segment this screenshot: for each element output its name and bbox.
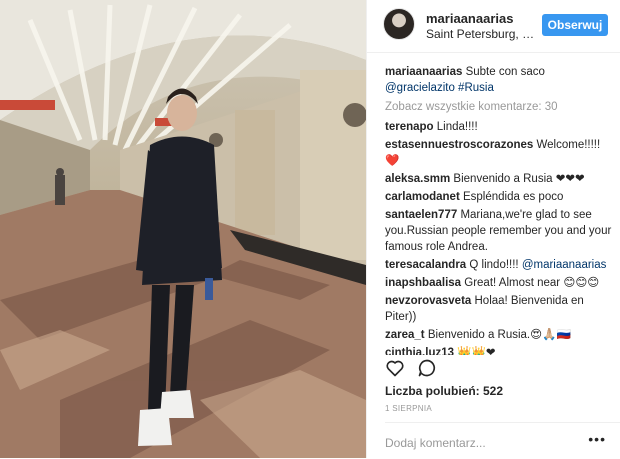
comment: estasennuestroscorazones Welcome!!!!! ❤️ [385,137,617,169]
caption-text: Subte con saco [465,66,545,78]
post-date: 1 SIERPNIA [385,404,433,413]
comment-username[interactable]: teresacalandra [385,259,466,271]
comment-icon[interactable] [417,358,437,383]
comment-username[interactable]: cinthia.luz13 [385,347,454,355]
follow-button[interactable]: Obserwuj [542,14,608,36]
comment-text: Bienvenido a Rusia.😍🙏🏼🇷🇺 [427,329,571,341]
comment-mention[interactable]: @mariaanaarias [522,259,607,271]
comment-text: Linda!!!! [436,121,478,133]
comment: carlamodanet Espléndida es poco [385,189,617,205]
more-options-icon[interactable]: ••• [588,431,606,447]
comment-username[interactable]: inapshbaalisa [385,277,461,289]
add-comment-input[interactable]: Dodaj komentarz... [385,436,486,450]
add-comment-bar: Dodaj komentarz... ••• [385,422,620,459]
author-username[interactable]: mariaanaarias [426,11,513,26]
comment-username[interactable]: santaelen777 [385,209,457,221]
comment-username[interactable]: estasennuestroscorazones [385,139,533,151]
comments-list: mariaanaarias Subte con saco @gracielazi… [385,64,617,357]
comment-username[interactable]: carlamodanet [385,191,460,203]
view-all-comments-link[interactable]: Zobacz wszystkie komentarze: 30 [385,99,617,115]
comment-text: Great! Almost near 😊😊😊 [464,277,600,289]
post-location[interactable]: Saint Petersburg, Russia [426,27,536,41]
comment-text: 👑👑❤ [457,347,496,355]
comment-text: Espléndida es poco [462,191,564,203]
post-side-panel: mariaanaarias Saint Petersburg, Russia O… [366,0,620,458]
comment-username[interactable]: nevzorovasveta [385,295,471,307]
caption-hashtag[interactable]: #Rusia [458,82,494,94]
caption-mention[interactable]: @gracielazito [385,82,455,94]
comment-username[interactable]: zarea_t [385,329,425,341]
metro-station-photo [0,0,366,458]
comment: nevzorovasveta Holaa! Bienvenida en Pite… [385,293,617,325]
comment-username[interactable]: terenapo [385,121,434,133]
comment-text: Q lindo!!!! [469,259,522,271]
comment-text: Bienvenido a Rusia ❤❤❤ [453,173,585,185]
comment: terenapo Linda!!!! [385,119,617,135]
comment-username[interactable]: aleksa.smm [385,173,450,185]
comment: zarea_t Bienvenido a Rusia.😍🙏🏼🇷🇺 [385,327,617,343]
comment: cinthia.luz13 👑👑❤ [385,345,617,355]
comment: santaelen777 Mariana,we're glad to see y… [385,207,617,255]
caption-username[interactable]: mariaanaarias [385,66,462,78]
comment: aleksa.smm Bienvenido a Rusia ❤❤❤ [385,171,617,187]
comment: inapshbaalisa Great! Almost near 😊😊😊 [385,275,617,291]
post-header: mariaanaarias Saint Petersburg, Russia O… [367,0,620,53]
avatar[interactable] [383,8,415,40]
post-photo[interactable] [0,0,366,458]
likes-count[interactable]: Liczba polubień: 522 [385,384,503,398]
caption: mariaanaarias Subte con saco @gracielazi… [385,64,617,96]
comment: teresacalandra Q lindo!!!! @mariaanaaria… [385,257,617,273]
heart-icon[interactable] [385,358,405,383]
